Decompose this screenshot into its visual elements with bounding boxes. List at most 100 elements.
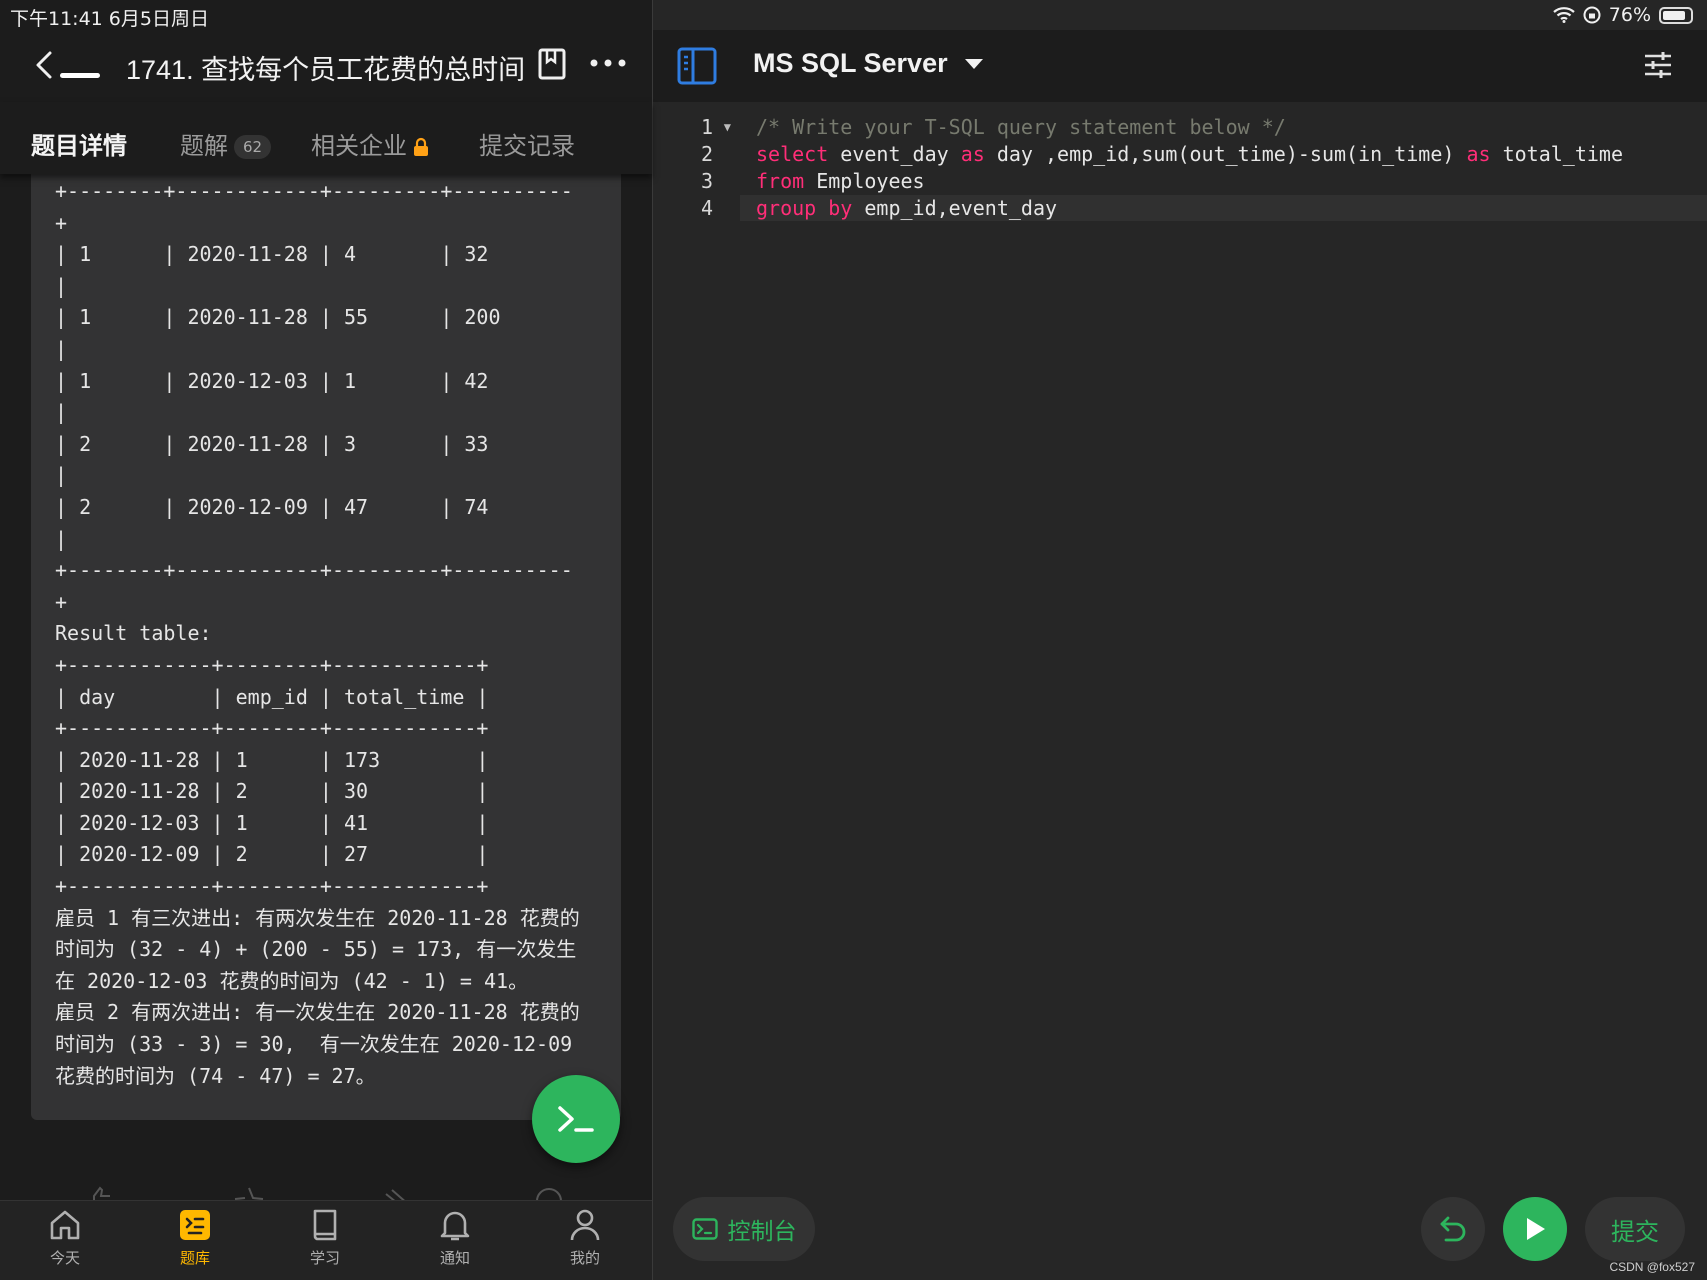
tab-label: 题目详情 bbox=[31, 132, 127, 160]
description-line: | bbox=[55, 463, 68, 488]
undo-icon bbox=[1440, 1216, 1466, 1242]
back-chevron-icon[interactable] bbox=[30, 48, 60, 82]
description-line: +--------+------------+---------+-------… bbox=[55, 558, 573, 583]
editor-header: MS SQL Server bbox=[653, 30, 1707, 102]
terminal-prompt-icon bbox=[558, 1106, 594, 1132]
description-line: | 2 | 2020-12-09 | 47 | 74 bbox=[55, 494, 489, 519]
problem-bank-icon bbox=[180, 1210, 210, 1240]
description-line: +------------+--------+------------+ bbox=[55, 652, 489, 677]
code-line: from Employees bbox=[756, 168, 1623, 195]
tab-submissions[interactable]: 提交记录 bbox=[479, 126, 575, 161]
console-button[interactable]: 控制台 bbox=[673, 1197, 815, 1261]
code-line: /* Write your T-SQL query statement belo… bbox=[756, 114, 1623, 141]
description-line: | bbox=[55, 526, 68, 551]
sql-text: Employees bbox=[804, 169, 925, 193]
sql-comment: /* Write your T-SQL query statement belo… bbox=[756, 115, 1286, 139]
notebook-icon[interactable] bbox=[537, 47, 567, 81]
person-icon bbox=[570, 1209, 600, 1241]
description-line: 在 2020-12-03 花费的时间为 (42 - 1) = 41。 bbox=[55, 968, 529, 993]
bottom-navigation: 今天 题库 学习 通知 我的 bbox=[0, 1200, 652, 1280]
language-selector[interactable]: MS SQL Server bbox=[753, 48, 984, 79]
example-code-block: +--------+------------+---------+-------… bbox=[31, 174, 621, 1120]
battery-icon bbox=[1659, 6, 1693, 24]
tab-problem-details[interactable]: 题目详情 bbox=[31, 126, 127, 161]
nav-learn[interactable]: 学习 bbox=[280, 1207, 370, 1268]
sql-keyword: select bbox=[756, 142, 829, 166]
description-line: | 2 | 2020-11-28 | 3 | 33 bbox=[55, 431, 489, 456]
description-line: Result table: bbox=[55, 621, 212, 646]
description-line: | 2020-12-03 | 1 | 41 | bbox=[55, 810, 489, 835]
example-text: +--------+------------+---------+-------… bbox=[55, 176, 580, 1092]
submit-label: 提交 bbox=[1611, 1217, 1659, 1246]
description-line: + bbox=[55, 589, 68, 614]
description-line: 雇员 1 有三次进出: 有两次发生在 2020-11-28 花费的 bbox=[55, 905, 580, 930]
line-number: 3 bbox=[700, 169, 713, 193]
solutions-count-badge: 62 bbox=[234, 135, 272, 159]
undo-button[interactable] bbox=[1421, 1197, 1485, 1261]
description-line: | 2020-11-28 | 1 | 173 | bbox=[55, 747, 489, 772]
wifi-icon bbox=[1553, 7, 1575, 23]
book-icon bbox=[313, 1209, 337, 1241]
nav-label: 我的 bbox=[569, 1249, 600, 1267]
tab-label: 题解 bbox=[180, 132, 228, 160]
home-icon bbox=[50, 1210, 80, 1240]
console-icon bbox=[691, 1218, 718, 1240]
problem-header: 1741. 查找每个员工花费的总时间 bbox=[0, 30, 652, 102]
active-tab-indicator bbox=[60, 73, 100, 78]
nav-notifications[interactable]: 通知 bbox=[410, 1207, 500, 1268]
bell-icon bbox=[440, 1211, 470, 1241]
code-line: select event_day as day ,emp_id,sum(out_… bbox=[756, 141, 1623, 168]
description-line: +--------+------------+---------+-------… bbox=[55, 179, 573, 203]
settings-sliders-icon[interactable] bbox=[1643, 50, 1673, 80]
terminal-button[interactable] bbox=[532, 1075, 620, 1163]
description-line: | bbox=[55, 336, 68, 361]
tab-solutions[interactable]: 题解 62 bbox=[180, 126, 272, 161]
battery-percent: 76% bbox=[1608, 4, 1651, 26]
line-number: 4 bbox=[700, 196, 713, 220]
description-line: 时间为 (32 - 4) + (200 - 55) = 173, 有一次发生 bbox=[55, 937, 577, 962]
language-label: MS SQL Server bbox=[753, 48, 948, 78]
description-line: 雇员 2 有两次进出: 有一次发生在 2020-11-28 花费的 bbox=[55, 1000, 580, 1025]
status-time-date: 下午11:41 6月5日周日 bbox=[10, 8, 209, 30]
reaction-bar bbox=[0, 1180, 652, 1202]
tab-related-companies[interactable]: 相关企业 bbox=[311, 126, 429, 161]
problem-pane: 1741. 查找每个员工花费的总时间 题目详情 题解 62 相关企业 提交记录 +… bbox=[0, 0, 652, 1280]
fold-arrow-icon[interactable]: ▼ bbox=[724, 114, 731, 141]
run-button[interactable] bbox=[1503, 1197, 1567, 1261]
play-icon bbox=[1527, 1218, 1545, 1240]
sql-keyword: from bbox=[756, 169, 805, 193]
description-line: | 1 | 2020-11-28 | 4 | 32 bbox=[55, 242, 489, 267]
sql-text: event_day bbox=[828, 142, 961, 166]
sql-text: total_time bbox=[1490, 142, 1623, 166]
caret-down-icon bbox=[964, 58, 983, 69]
description-line: + bbox=[55, 210, 68, 235]
nav-me[interactable]: 我的 bbox=[540, 1207, 630, 1268]
nav-label: 通知 bbox=[439, 1249, 470, 1267]
status-indicators: 76% bbox=[1553, 4, 1693, 26]
orientation-lock-icon bbox=[1583, 6, 1601, 24]
description-line: | 1 | 2020-12-03 | 1 | 42 bbox=[55, 368, 489, 393]
line-number: 2 bbox=[700, 142, 713, 166]
tab-label: 相关企业 bbox=[311, 132, 407, 160]
description-line: | day | emp_id | total_time | bbox=[55, 684, 489, 709]
description-line: | bbox=[55, 400, 68, 425]
description-line: +------------+--------+------------+ bbox=[55, 874, 489, 899]
description-line: | 1 | 2020-11-28 | 55 | 200 bbox=[55, 305, 501, 330]
more-options-icon[interactable] bbox=[588, 48, 628, 78]
nav-today[interactable]: 今天 bbox=[20, 1207, 110, 1268]
console-label: 控制台 bbox=[727, 1219, 797, 1245]
sql-keyword: group by bbox=[756, 196, 853, 220]
sidebar-toggle-icon[interactable] bbox=[677, 46, 717, 86]
submit-button[interactable]: 提交 bbox=[1585, 1197, 1685, 1261]
sql-keyword: as bbox=[1466, 142, 1491, 166]
nav-problem-bank[interactable]: 题库 bbox=[150, 1207, 240, 1268]
sql-text: emp_id,event_day bbox=[852, 196, 1058, 220]
sql-code[interactable]: /* Write your T-SQL query statement belo… bbox=[756, 114, 1623, 222]
sql-keyword: as bbox=[960, 142, 985, 166]
tab-label: 提交记录 bbox=[479, 132, 575, 160]
editor-pane: MS SQL Server 1 ▼ 2 3 4 /* Write your T-S… bbox=[653, 0, 1707, 1280]
problem-title: 1741. 查找每个员工花费的总时间 bbox=[126, 55, 526, 85]
description-line: +------------+--------+------------+ bbox=[55, 716, 489, 741]
code-editor[interactable]: 1 ▼ 2 3 4 /* Write your T-SQL query state… bbox=[653, 102, 1707, 1192]
code-line: group by emp_id,event_day bbox=[756, 195, 1623, 222]
